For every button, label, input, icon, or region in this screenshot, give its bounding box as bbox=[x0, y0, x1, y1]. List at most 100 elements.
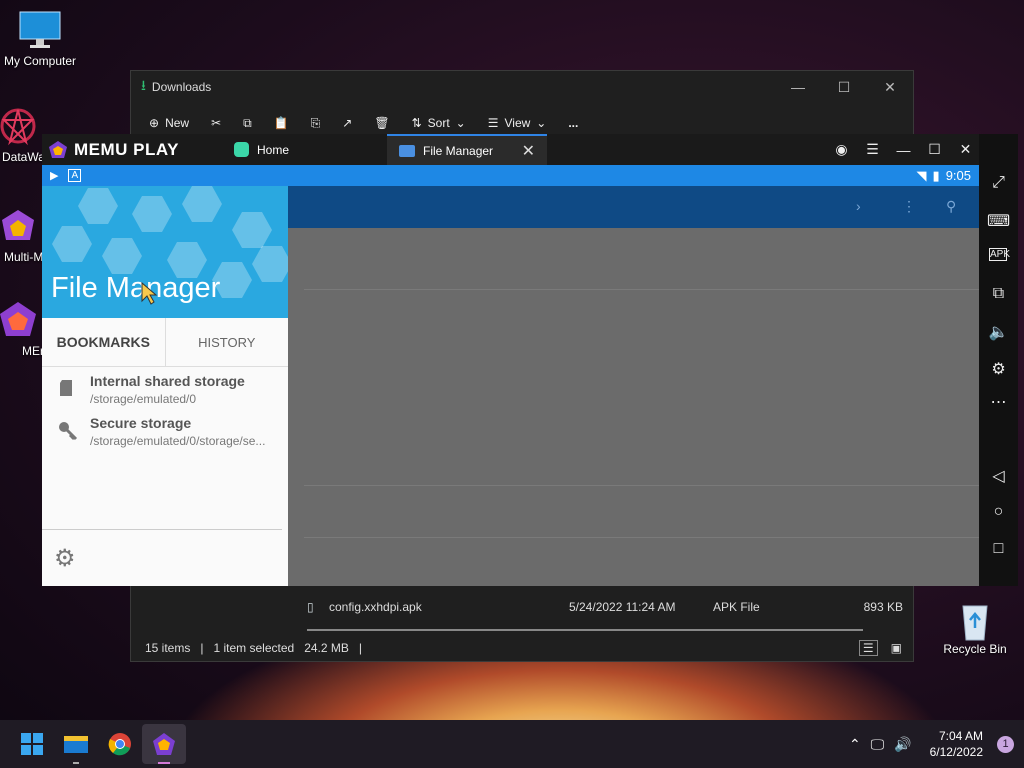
windows-logo-icon bbox=[21, 733, 43, 755]
search-icon[interactable]: ⚲ bbox=[946, 198, 956, 215]
list-divider bbox=[304, 485, 979, 486]
volume-icon[interactable]: 🔈 bbox=[979, 322, 1018, 342]
explorer-titlebar[interactable]: ⭳ Downloads — ☐ ✕ bbox=[131, 71, 913, 103]
battery-icon: ▮ bbox=[932, 167, 940, 183]
maximize-button[interactable]: ☐ bbox=[919, 141, 950, 158]
desktop-icon-datawa[interactable]: DataWa bbox=[0, 106, 48, 164]
tab-file-manager[interactable]: File Manager ✕ bbox=[387, 134, 547, 165]
chevron-down-icon: ⌄ bbox=[455, 116, 466, 130]
volume-icon[interactable]: 🔊 bbox=[894, 736, 911, 753]
chevron-down-icon: ⌄ bbox=[536, 116, 547, 130]
network-icon[interactable]: 🖵 bbox=[871, 736, 885, 753]
selection-count: 1 item selected bbox=[213, 641, 295, 655]
app-bar: › ⋮ ⚲ bbox=[288, 186, 979, 228]
drawer-title: File Manager bbox=[51, 272, 221, 304]
close-button[interactable]: ✕ bbox=[950, 141, 981, 158]
home-nav-icon[interactable]: ○ bbox=[979, 503, 1018, 521]
tab-bookmarks[interactable]: BOOKMARKS bbox=[42, 318, 166, 366]
navigation-drawer[interactable]: File Manager BOOKMARKS HISTORY Internal … bbox=[42, 186, 288, 586]
desktop-icon-label: My Computer bbox=[3, 54, 77, 68]
close-button[interactable]: ✕ bbox=[867, 79, 913, 96]
multi-window-icon[interactable]: ⧉ bbox=[979, 285, 1018, 303]
android-status-bar: ▶ A ◥ ▮ 9:05 bbox=[42, 165, 979, 186]
chrome-icon bbox=[108, 733, 131, 756]
account-icon[interactable]: ◉ bbox=[826, 141, 857, 158]
paste-icon[interactable]: 📋 bbox=[274, 116, 289, 130]
share-icon[interactable]: ↗ bbox=[342, 116, 352, 130]
selection-size: 24.2 MB bbox=[304, 641, 349, 655]
file-row[interactable]: ▯ config.xxhdpi.apk 5/24/2022 11:24 AM A… bbox=[307, 593, 907, 621]
rename-icon[interactable]: ⎘ bbox=[311, 116, 321, 131]
close-tab-icon[interactable]: ✕ bbox=[522, 141, 535, 161]
memu-app-icon bbox=[0, 300, 40, 340]
tab-history[interactable]: HISTORY bbox=[166, 318, 289, 366]
bookmark-secure-storage[interactable]: Secure storage /storage/emulated/0/stora… bbox=[42, 409, 288, 451]
desktop-icon-memu[interactable]: MEr bbox=[0, 300, 48, 358]
drawer-divider bbox=[42, 529, 282, 530]
bookmark-name: Internal shared storage bbox=[90, 373, 245, 389]
settings-icon[interactable]: ⚙ bbox=[979, 359, 1018, 379]
back-nav-icon[interactable]: ◁ bbox=[979, 466, 1018, 486]
clock-date: 6/12/2022 bbox=[929, 745, 983, 759]
taskbar: ⌃ 🖵 🔊 7:04 AM 6/12/2022 1 bbox=[0, 720, 1024, 768]
home-app-icon bbox=[234, 142, 249, 157]
minimize-button[interactable]: — bbox=[888, 142, 919, 158]
sd-card-icon bbox=[58, 379, 74, 402]
desktop-icon-multi-memu[interactable]: Multi-M bbox=[0, 206, 48, 264]
settings-gear-icon[interactable]: ⚙ bbox=[54, 544, 76, 573]
tiles-view-icon[interactable]: ▣ bbox=[888, 641, 905, 655]
sort-button[interactable]: ⇅ Sort ⌄ bbox=[412, 116, 466, 130]
minimize-button[interactable]: — bbox=[775, 79, 821, 96]
fullscreen-icon[interactable]: ⤢ bbox=[979, 174, 1018, 192]
list-divider bbox=[304, 289, 979, 290]
recents-nav-icon[interactable]: □ bbox=[979, 540, 1018, 558]
desktop-icon-recycle-bin[interactable]: Recycle Bin bbox=[935, 598, 1015, 656]
new-button[interactable]: ⊕ New bbox=[149, 116, 189, 130]
more-icon[interactable]: ⋯ bbox=[979, 392, 1018, 412]
explorer-title: Downloads bbox=[151, 80, 212, 94]
horizontal-scrollbar[interactable] bbox=[307, 629, 863, 631]
tab-home-label: Home bbox=[257, 142, 290, 157]
android-screen[interactable]: ▶ A ◥ ▮ 9:05 › ⋮ ⚲ File Manager BOOKMARK… bbox=[42, 165, 979, 586]
key-icon bbox=[58, 421, 78, 446]
view-icon: ☰ bbox=[487, 116, 499, 130]
delete-icon[interactable]: 🗑 bbox=[374, 116, 389, 130]
memu-logo: MEMU PLAY bbox=[42, 140, 212, 160]
play-protect-icon: ▶ bbox=[50, 170, 59, 182]
memu-window[interactable]: MEMU PLAY Home File Manager ✕ ◉ ☰ — ☐ ✕ … bbox=[42, 134, 1018, 586]
copy-icon[interactable]: ⧉ bbox=[243, 116, 252, 131]
apk-install-icon[interactable]: APK bbox=[989, 248, 1010, 261]
details-view-icon[interactable]: ☰ bbox=[858, 640, 878, 656]
menu-icon[interactable]: ☰ bbox=[857, 141, 888, 158]
maximize-button[interactable]: ☐ bbox=[821, 79, 867, 96]
memu-logo-icon bbox=[49, 140, 67, 158]
drawer-tabs: BOOKMARKS HISTORY bbox=[42, 318, 288, 367]
chevron-up-icon[interactable]: ⌃ bbox=[849, 736, 861, 753]
desktop-icon-label: MEr bbox=[22, 344, 44, 358]
cut-icon[interactable]: ✂ bbox=[211, 116, 221, 130]
overflow-menu-icon[interactable]: ⋮ bbox=[902, 198, 916, 215]
multi-memu-icon bbox=[0, 206, 40, 246]
taskbar-chrome[interactable] bbox=[98, 724, 142, 764]
file-size: 893 KB bbox=[863, 600, 903, 614]
folder-icon bbox=[399, 144, 415, 157]
start-button[interactable] bbox=[10, 724, 54, 764]
notification-badge[interactable]: 1 bbox=[997, 735, 1014, 753]
bookmark-internal-storage[interactable]: Internal shared storage /storage/emulate… bbox=[42, 367, 288, 409]
taskbar-file-explorer[interactable] bbox=[54, 724, 98, 764]
memu-icon bbox=[153, 733, 175, 755]
chevron-right-icon[interactable]: › bbox=[856, 198, 861, 214]
clock[interactable]: 7:04 AM 6/12/2022 bbox=[930, 728, 983, 760]
taskbar-memu[interactable] bbox=[142, 724, 186, 764]
sort-label: Sort bbox=[427, 116, 450, 130]
desktop-icon-my-computer[interactable]: My Computer bbox=[0, 10, 80, 68]
file-type: APK File bbox=[713, 600, 760, 614]
tab-home[interactable]: Home bbox=[222, 134, 370, 165]
more-options-button[interactable]: ... bbox=[568, 116, 578, 130]
memu-titlebar[interactable]: MEMU PLAY Home File Manager ✕ ◉ ☰ — ☐ ✕ … bbox=[42, 134, 1018, 165]
plus-circle-icon: ⊕ bbox=[149, 116, 160, 130]
new-label: New bbox=[165, 116, 190, 130]
keyboard-icon[interactable]: ⌨ bbox=[979, 211, 1018, 231]
system-tray: ⌃ 🖵 🔊 7:04 AM 6/12/2022 1 bbox=[849, 720, 1024, 768]
view-button[interactable]: ☰ View ⌄ bbox=[488, 116, 547, 130]
